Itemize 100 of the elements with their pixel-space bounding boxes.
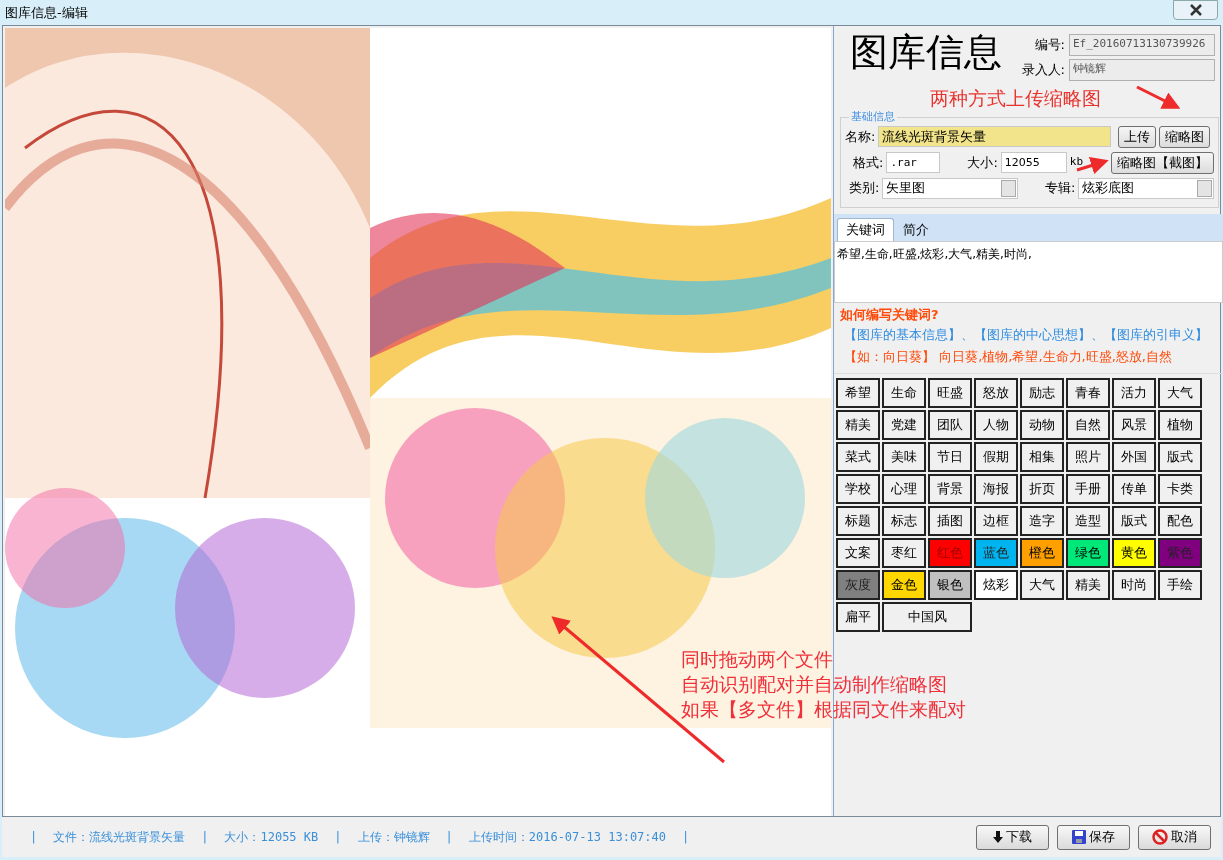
keyword-button[interactable]: 灰度 xyxy=(836,569,880,600)
keyword-button[interactable]: 活力 xyxy=(1112,377,1156,408)
upload-button[interactable]: 上传 xyxy=(1118,125,1157,148)
album-label: 专辑: xyxy=(1045,179,1076,198)
status-text: | xyxy=(445,829,453,846)
keyword-button[interactable]: 相集 xyxy=(1020,441,1064,472)
keyword-button[interactable]: 外国 xyxy=(1112,441,1156,472)
status-text: 上传：钟镜辉 xyxy=(357,829,430,846)
format-label: 格式: xyxy=(853,153,884,172)
keyword-button[interactable]: 人物 xyxy=(974,409,1018,440)
keyword-button[interactable]: 生命 xyxy=(882,377,926,408)
hint-text: 【图库的基本信息】、【图库的中心思想】、【图库的引申义】 xyxy=(843,325,1209,344)
keyword-button[interactable]: 边框 xyxy=(974,505,1018,536)
hint-title: 如何编写关键词? xyxy=(840,306,940,324)
size-label: 大小: xyxy=(967,153,998,172)
no-entry-icon xyxy=(1152,829,1168,845)
keyword-button[interactable]: 插图 xyxy=(928,505,972,536)
keyword-button[interactable]: 中国风 xyxy=(882,601,972,632)
keyword-button[interactable]: 青春 xyxy=(1066,377,1110,408)
keyword-button[interactable]: 学校 xyxy=(836,473,880,504)
keyword-button[interactable]: 大气 xyxy=(1020,569,1064,600)
keyword-button[interactable]: 照片 xyxy=(1066,441,1110,472)
keyword-button[interactable]: 手绘 xyxy=(1158,569,1202,600)
keyword-button[interactable]: 金色 xyxy=(882,569,926,600)
tab[interactable]: 简介 xyxy=(894,217,938,241)
keyword-button[interactable]: 希望 xyxy=(836,377,880,408)
close-button[interactable] xyxy=(1173,0,1218,20)
keyword-button[interactable]: 橙色 xyxy=(1020,537,1064,568)
keyword-button[interactable]: 扁平 xyxy=(836,601,880,632)
field-label: 编号: xyxy=(1034,36,1065,55)
keyword-button[interactable]: 黄色 xyxy=(1112,537,1156,568)
keyword-button[interactable]: 心理 xyxy=(882,473,926,504)
keyword-button[interactable]: 精美 xyxy=(836,409,880,440)
keywords-field[interactable]: 希望,生命,旺盛,炫彩,大气,精美,时尚, xyxy=(834,241,1223,303)
cancel-button[interactable]: 取消 xyxy=(1138,824,1211,850)
name-field[interactable]: 流线光斑背景矢量 xyxy=(878,126,1112,147)
keyword-button[interactable]: 海报 xyxy=(974,473,1018,504)
keyword-button[interactable]: 风景 xyxy=(1112,409,1156,440)
keyword-button[interactable]: 版式 xyxy=(1158,441,1202,472)
keyword-button[interactable]: 传单 xyxy=(1112,473,1156,504)
category-label: 类别: xyxy=(849,179,880,198)
keyword-button[interactable]: 版式 xyxy=(1112,505,1156,536)
keyword-button[interactable]: 蓝色 xyxy=(974,537,1018,568)
annotation-text: 自动识别配对并自动制作缩略图 xyxy=(681,672,948,697)
keyword-button[interactable]: 配色 xyxy=(1158,505,1202,536)
keyword-button[interactable]: 背景 xyxy=(928,473,972,504)
keyword-button[interactable]: 文案 xyxy=(836,537,880,568)
download-button[interactable]: 下载 xyxy=(976,824,1049,850)
field-label: 录入人: xyxy=(1021,61,1065,80)
text-field[interactable]: Ef_20160713130739926 xyxy=(1069,34,1215,56)
keyword-button[interactable]: 绿色 xyxy=(1066,537,1110,568)
keyword-button[interactable]: 党建 xyxy=(882,409,926,440)
keyword-button[interactable]: 励志 xyxy=(1020,377,1064,408)
keyword-button[interactable]: 假期 xyxy=(974,441,1018,472)
keyword-button[interactable]: 枣红 xyxy=(882,537,926,568)
status-text: | xyxy=(334,829,342,846)
tab[interactable]: 关键词 xyxy=(837,217,894,241)
category-dropdown[interactable]: 矢里图 xyxy=(882,177,1018,199)
keyword-button[interactable]: 旺盛 xyxy=(928,377,972,408)
keyword-button[interactable]: 手册 xyxy=(1066,473,1110,504)
annotation-text: 同时拖动两个文件 xyxy=(681,647,834,672)
close-icon xyxy=(1188,3,1203,16)
keyword-button[interactable]: 卡类 xyxy=(1158,473,1202,504)
text-field[interactable]: 钟镜辉 xyxy=(1069,59,1215,81)
keyword-button[interactable]: 造字 xyxy=(1020,505,1064,536)
keyword-button[interactable]: 自然 xyxy=(1066,409,1110,440)
screenshot-thumbnail-button[interactable]: 缩略图【截图】 xyxy=(1111,151,1214,174)
keyword-button[interactable]: 折页 xyxy=(1020,473,1064,504)
keyword-button[interactable]: 炫彩 xyxy=(974,569,1018,600)
annotation-text: 两种方式上传缩略图 xyxy=(929,86,1101,111)
save-icon xyxy=(1072,830,1086,844)
album-dropdown[interactable]: 炫彩底图 xyxy=(1078,177,1214,199)
keyword-button[interactable]: 菜式 xyxy=(836,441,880,472)
status-text: 文件：流线光斑背景矢量 xyxy=(53,829,186,846)
keyword-button[interactable]: 大气 xyxy=(1158,377,1202,408)
keyword-button[interactable]: 节日 xyxy=(928,441,972,472)
keyword-button[interactable]: 造型 xyxy=(1066,505,1110,536)
keyword-button[interactable]: 时尚 xyxy=(1112,569,1156,600)
keyword-button[interactable]: 动物 xyxy=(1020,409,1064,440)
hint-example: 【如：向日葵】 向日葵,植物,希望,生命力,旺盛,怒放,自然 xyxy=(843,348,1173,366)
status-text: 大小：12055 KB xyxy=(224,829,319,846)
keyword-button[interactable]: 植物 xyxy=(1158,409,1202,440)
keyword-button[interactable]: 精美 xyxy=(1066,569,1110,600)
status-text: 上传时间：2016-07-13 13:07:40 xyxy=(468,829,666,846)
down-arrow-icon xyxy=(993,831,1003,843)
unit-label: kb xyxy=(1069,154,1084,171)
keyword-button[interactable]: 标题 xyxy=(836,505,880,536)
status-text: | xyxy=(30,829,38,846)
save-button[interactable]: 保存 xyxy=(1057,824,1130,850)
format-field[interactable]: .rar xyxy=(886,152,941,173)
keyword-button[interactable]: 银色 xyxy=(928,569,972,600)
size-field[interactable]: 12055 xyxy=(1000,152,1067,173)
keyword-button[interactable]: 标志 xyxy=(882,505,926,536)
page-title: 图库信息 xyxy=(849,29,1002,76)
annotation-arrow xyxy=(1136,85,1181,109)
keyword-button[interactable]: 怒放 xyxy=(974,377,1018,408)
thumbnail-button[interactable]: 缩略图 xyxy=(1159,125,1211,148)
keyword-button[interactable]: 美味 xyxy=(882,441,926,472)
keyword-button[interactable]: 团队 xyxy=(928,409,972,440)
group-legend: 基础信息 xyxy=(849,108,897,125)
